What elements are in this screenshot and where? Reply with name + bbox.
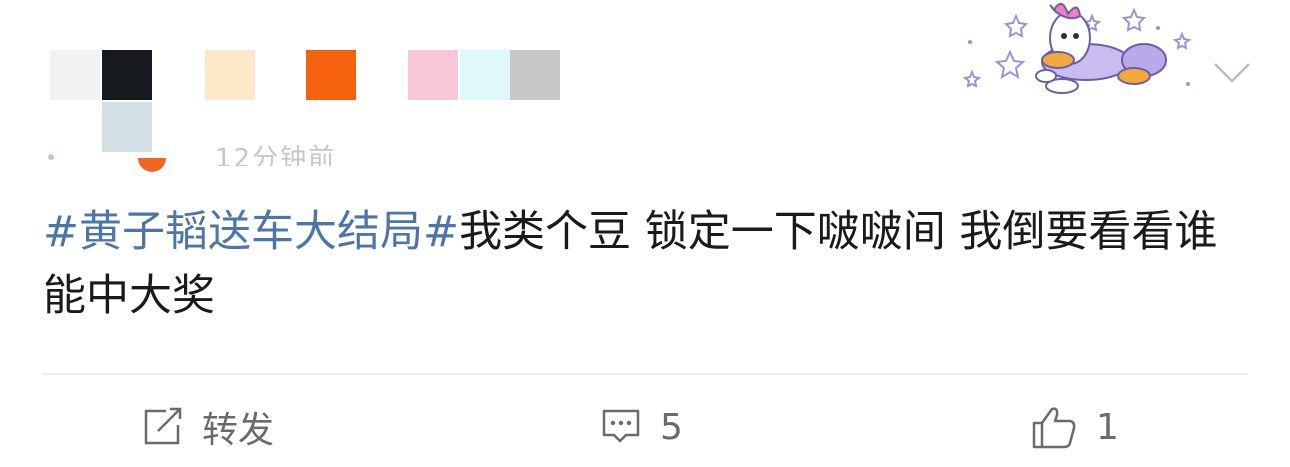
post-timestamp: 12分钟前 xyxy=(215,144,337,166)
avatar[interactable] xyxy=(138,158,166,172)
chevron-down-icon[interactable] xyxy=(1212,60,1252,86)
mosaic-tile xyxy=(460,50,510,100)
comment-count: 5 xyxy=(660,406,683,448)
post-body: #黄子韬送车大结局#我类个豆 锁定一下啵啵间 我倒要看看谁能中大奖 xyxy=(43,200,1243,328)
like-button[interactable]: 1 xyxy=(1030,402,1119,452)
mosaic-tile xyxy=(205,50,255,100)
mosaic-tile xyxy=(102,102,152,152)
repost-button[interactable]: 转发 xyxy=(142,402,274,452)
comment-icon xyxy=(602,409,640,443)
daisy-duck-sticker-icon xyxy=(962,3,1192,94)
like-count: 1 xyxy=(1096,406,1119,448)
repost-label: 转发 xyxy=(202,410,275,451)
mosaic-tile xyxy=(408,50,458,100)
mosaic-tile xyxy=(306,50,356,100)
repost-icon xyxy=(144,407,182,445)
mosaic-tile xyxy=(510,50,560,100)
post-header: 12分钟前 xyxy=(0,0,1290,180)
mosaic-tile xyxy=(50,50,100,100)
hashtag-link[interactable]: #黄子韬送车大结局# xyxy=(43,207,459,257)
comment-button[interactable]: 5 xyxy=(600,402,683,452)
divider xyxy=(42,373,1248,375)
thumbs-up-icon xyxy=(1032,407,1076,449)
mosaic-tile xyxy=(102,50,152,100)
avatar-fragment xyxy=(48,154,54,160)
